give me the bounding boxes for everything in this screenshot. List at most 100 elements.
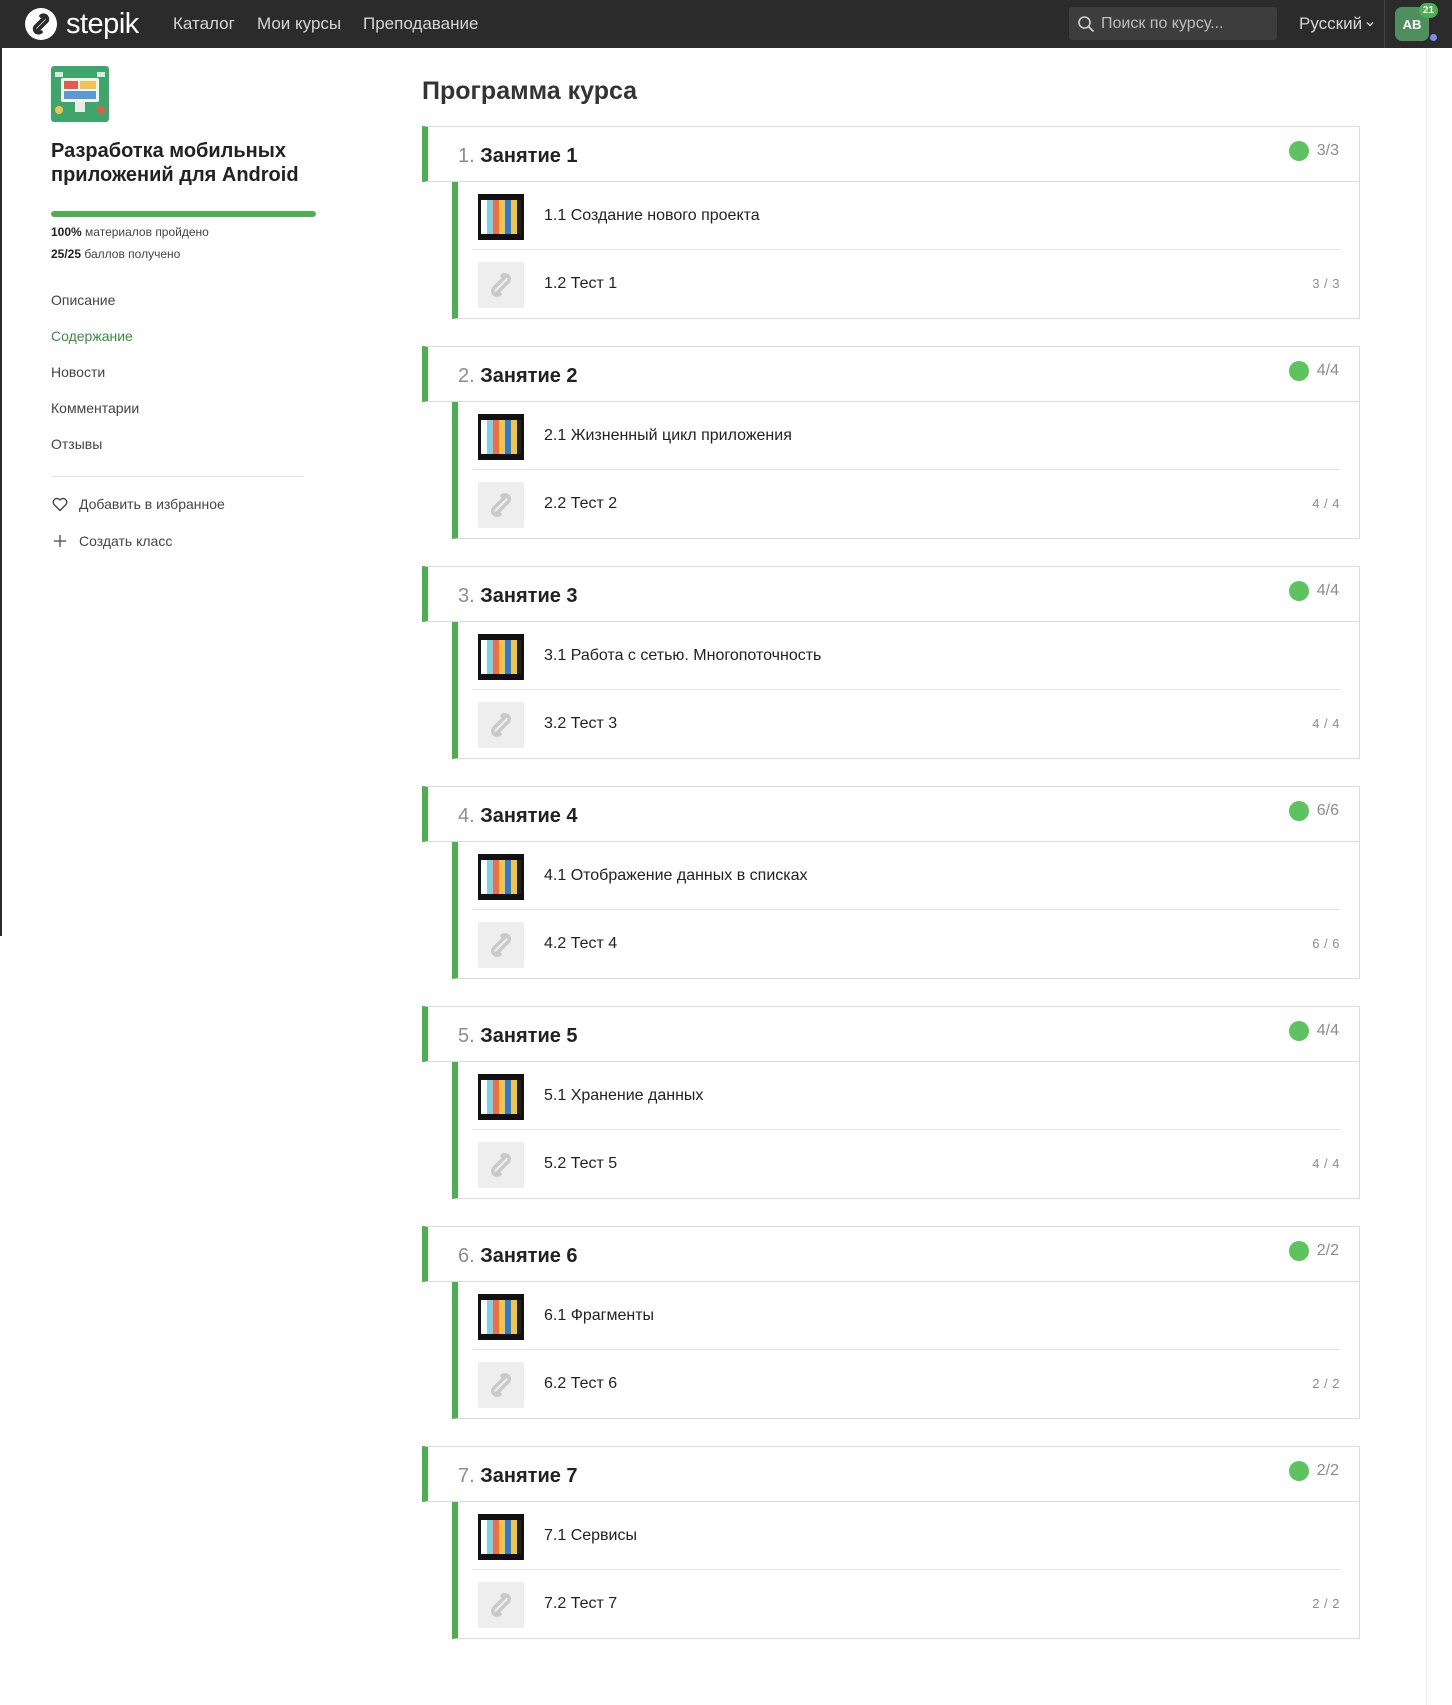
lesson-number: 3. — [458, 585, 475, 607]
course-progress-fill — [51, 211, 316, 217]
lesson-header[interactable]: 6. Занятие 6 2/2 — [422, 1226, 1360, 1282]
completed-dot-icon — [1288, 361, 1309, 381]
lesson-header[interactable]: 7. Занятие 7 2/2 — [422, 1446, 1360, 1502]
top-navbar: stepik Каталог Мои курсы Преподавание Ру… — [0, 0, 1452, 48]
step-score: 6 / 6 — [1312, 936, 1340, 951]
sidebar-item-comments[interactable]: Комментарии — [51, 400, 139, 416]
sidebar-item-description[interactable]: Описание — [51, 292, 115, 308]
step-label: 4.2 Тест 4 — [544, 935, 618, 952]
lesson-header[interactable]: 3. Занятие 3 4/4 — [422, 566, 1360, 622]
video-step-icon — [478, 634, 524, 680]
nav-my-courses[interactable]: Мои курсы — [257, 14, 341, 34]
video-step-icon — [478, 1074, 524, 1120]
step-item[interactable]: 4.2 Тест 4 6 / 6 — [472, 910, 1340, 978]
step-item[interactable]: 6.2 Тест 6 2 / 2 — [472, 1350, 1340, 1418]
sidebar-item-content[interactable]: Содержание — [51, 328, 133, 344]
lesson-header[interactable]: 5. Занятие 5 4/4 — [422, 1006, 1360, 1062]
lesson-score: 2/2 — [1316, 1462, 1339, 1479]
step-label: 3.2 Тест 3 — [544, 715, 618, 732]
step-item[interactable]: 3.1 Работа с сетью. Многопоточность — [472, 622, 1340, 690]
stepik-logo-icon — [25, 8, 57, 40]
sidebar-divider — [51, 476, 304, 477]
step-item[interactable]: 6.1 Фрагменты — [472, 1282, 1340, 1350]
lesson-number: 6. — [458, 1245, 475, 1267]
quiz-step-thumb — [478, 262, 524, 308]
step-label: 7.1 Сервисы — [544, 1527, 637, 1544]
create-class-button[interactable]: Создать класс — [51, 532, 172, 550]
lesson-title: Занятие 2 — [480, 365, 578, 387]
sidebar-item-reviews[interactable]: Отзывы — [51, 436, 102, 452]
step-label: 1.2 Тест 1 — [544, 275, 618, 292]
step-item[interactable]: 7.2 Тест 7 2 / 2 — [472, 1570, 1340, 1638]
lesson-header[interactable]: 1. Занятие 1 3/3 — [422, 126, 1360, 182]
lesson-card-2: 2. Занятие 2 4/4 2.1 Жизненный цикл прил… — [422, 346, 1360, 539]
lesson-heading: 3. Занятие 3 — [458, 584, 578, 608]
lesson-progress: 4/4 — [1288, 581, 1339, 601]
step-score: 3 / 3 — [1312, 276, 1340, 291]
step-item[interactable]: 7.1 Сервисы — [472, 1502, 1340, 1570]
step-item[interactable]: 5.1 Хранение данных — [472, 1062, 1340, 1130]
completed-dot-icon — [1288, 1461, 1309, 1481]
step-score: 2 / 2 — [1312, 1376, 1340, 1391]
stepik-quiz-icon — [491, 1593, 511, 1617]
step-item[interactable]: 3.2 Тест 3 4 / 4 — [472, 690, 1340, 758]
search-icon — [1078, 15, 1094, 32]
step-item[interactable]: 1.1 Создание нового проекта — [472, 182, 1340, 250]
lesson-steps: 2.1 Жизненный цикл приложения 2.2 Тест 2… — [452, 402, 1360, 539]
sidebar-item-news[interactable]: Новости — [51, 364, 105, 380]
lesson-card-1: 1. Занятие 1 3/3 1.1 Создание нового про… — [422, 126, 1360, 319]
lesson-title: Занятие 6 — [480, 1245, 578, 1267]
lesson-header[interactable]: 2. Занятие 2 4/4 — [422, 346, 1360, 402]
course-title: Разработка мобильных приложений для Andr… — [51, 140, 299, 186]
step-item[interactable]: 2.1 Жизненный цикл приложения — [472, 402, 1340, 470]
step-label: 7.2 Тест 7 — [544, 1595, 618, 1612]
step-item[interactable]: 2.2 Тест 2 4 / 4 — [472, 470, 1340, 538]
lesson-progress: 3/3 — [1288, 141, 1339, 161]
course-cover-image[interactable] — [51, 66, 109, 122]
add-to-favorites-button[interactable]: Добавить в избранное — [51, 495, 225, 513]
step-item[interactable]: 5.2 Тест 5 4 / 4 — [472, 1130, 1340, 1198]
materials-progress: 100% материалов пройдено — [51, 225, 209, 239]
lesson-card-6: 6. Занятие 6 2/2 6.1 Фрагменты 6.2 Тест … — [422, 1226, 1360, 1419]
lesson-steps: 1.1 Создание нового проекта 1.2 Тест 1 3… — [452, 182, 1360, 319]
notification-badge[interactable]: 21 — [1419, 3, 1438, 18]
nav-catalog[interactable]: Каталог — [173, 14, 235, 34]
nav-teaching[interactable]: Преподавание — [363, 14, 478, 34]
step-label: 2.2 Тест 2 — [544, 495, 618, 512]
lesson-header[interactable]: 4. Занятие 4 6/6 — [422, 786, 1360, 842]
lesson-heading: 1. Занятие 1 — [458, 144, 578, 168]
stepik-quiz-icon — [491, 1153, 511, 1177]
lesson-heading: 4. Занятие 4 — [458, 804, 578, 828]
step-item[interactable]: 4.1 Отображение данных в списках — [472, 842, 1340, 910]
stepik-quiz-icon — [491, 1373, 511, 1397]
step-item[interactable]: 1.2 Тест 1 3 / 3 — [472, 250, 1340, 318]
lesson-heading: 2. Занятие 2 — [458, 364, 578, 388]
lesson-score: 2/2 — [1316, 1242, 1339, 1259]
video-step-icon — [478, 854, 524, 900]
lesson-number: 2. — [458, 365, 475, 387]
lesson-score: 4/4 — [1316, 1022, 1339, 1039]
video-step-icon — [478, 414, 524, 460]
navbar-divider — [1384, 0, 1385, 48]
completed-dot-icon — [1288, 1241, 1309, 1261]
lesson-progress: 2/2 — [1288, 1241, 1339, 1261]
create-class-label: Создать класс — [79, 533, 173, 549]
lesson-steps: 3.1 Работа с сетью. Многопоточность 3.2 … — [452, 622, 1360, 759]
quiz-step-thumb — [478, 1362, 524, 1408]
stepik-logo[interactable]: stepik — [24, 7, 139, 41]
stepik-quiz-icon — [491, 273, 511, 297]
step-label: 6.2 Тест 6 — [544, 1375, 618, 1392]
quiz-step-thumb — [478, 1582, 524, 1628]
completed-dot-icon — [1288, 801, 1309, 821]
lesson-score: 3/3 — [1316, 142, 1339, 159]
course-search[interactable] — [1069, 7, 1277, 40]
online-status-dot — [1429, 33, 1438, 42]
quiz-step-thumb — [478, 702, 524, 748]
completed-dot-icon — [1288, 581, 1309, 601]
search-input[interactable] — [1101, 14, 1271, 33]
lesson-heading: 7. Занятие 7 — [458, 1464, 578, 1488]
course-cover-illustration — [51, 66, 109, 122]
step-label: 4.1 Отображение данных в списках — [544, 867, 808, 884]
logo-text: stepik — [66, 8, 139, 40]
language-selector[interactable]: Русский — [1299, 14, 1375, 34]
